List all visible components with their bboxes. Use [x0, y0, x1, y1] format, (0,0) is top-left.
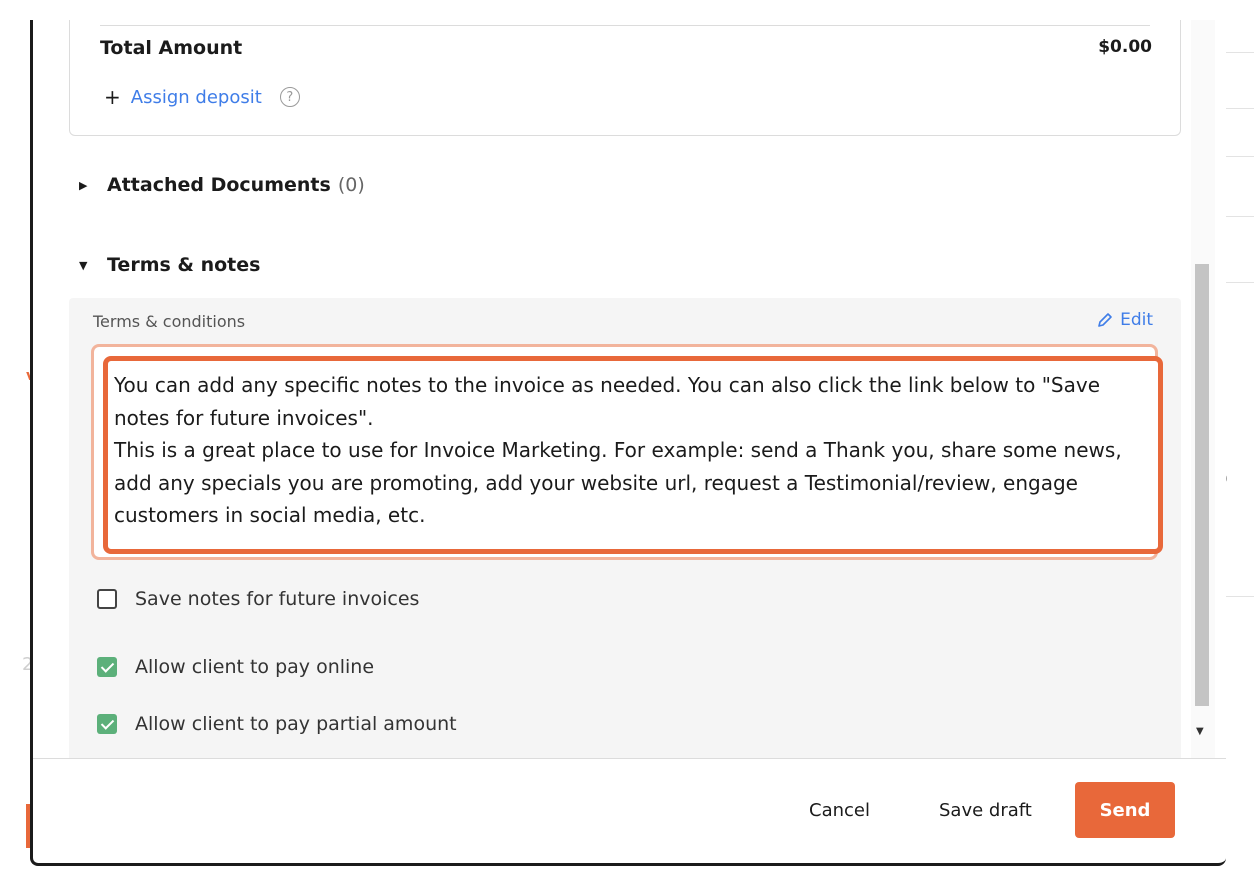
pencil-icon [1098, 313, 1112, 327]
pay-online-checkbox[interactable] [97, 657, 117, 677]
terms-notes-toggle[interactable]: ▼ Terms & notes [79, 254, 260, 276]
cancel-button[interactable]: Cancel [809, 800, 870, 821]
pay-partial-checkbox-row[interactable]: Allow client to pay partial amount [97, 713, 457, 735]
terms-conditions-label: Terms & conditions [93, 312, 246, 331]
pay-online-checkbox-row[interactable]: Allow client to pay online [97, 656, 374, 678]
totals-card: Total Amount $0.00 + Assign deposit ? [69, 20, 1181, 136]
edit-label: Edit [1120, 310, 1153, 330]
pay-partial-checkbox[interactable] [97, 714, 117, 734]
attached-documents-title: Attached Documents [107, 174, 331, 196]
total-amount-label: Total Amount [100, 37, 243, 59]
plus-icon[interactable]: + [104, 85, 121, 109]
attached-documents-toggle[interactable]: ▶ Attached Documents (0) [79, 174, 365, 196]
save-notes-label: Save notes for future invoices [135, 588, 420, 610]
caret-right-icon: ▶ [79, 178, 88, 192]
save-notes-checkbox-row[interactable]: Save notes for future invoices [97, 588, 419, 610]
total-amount-value: $0.00 [1098, 37, 1152, 57]
divider [100, 25, 1150, 26]
scrollbar[interactable]: ▼ [1191, 20, 1215, 758]
terms-panel: Terms & conditions Edit You can add any … [69, 298, 1181, 758]
send-button[interactable]: Send [1075, 782, 1175, 838]
save-draft-button[interactable]: Save draft [939, 800, 1032, 821]
footer-divider [33, 758, 1226, 759]
caret-down-icon: ▼ [79, 258, 88, 272]
pay-partial-label: Allow client to pay partial amount [135, 713, 457, 735]
scroll-down-icon[interactable]: ▼ [1196, 726, 1204, 737]
attached-documents-count: (0) [337, 174, 365, 196]
notes-textarea[interactable]: You can add any specific notes to the in… [103, 356, 1163, 554]
modal-body: Total Amount $0.00 + Assign deposit ? ▶ … [33, 20, 1191, 758]
question-circle-icon[interactable]: ? [279, 87, 300, 107]
save-notes-checkbox[interactable] [97, 589, 117, 609]
assign-deposit-row: + Assign deposit ? [104, 85, 300, 109]
assign-deposit-link[interactable]: Assign deposit [131, 87, 262, 108]
invoice-modal: Total Amount $0.00 + Assign deposit ? ▶ … [30, 20, 1226, 866]
terms-notes-title: Terms & notes [107, 254, 261, 276]
pay-online-label: Allow client to pay online [135, 656, 375, 678]
scroll-thumb[interactable] [1195, 264, 1209, 706]
edit-terms-button[interactable]: Edit [1096, 310, 1153, 330]
